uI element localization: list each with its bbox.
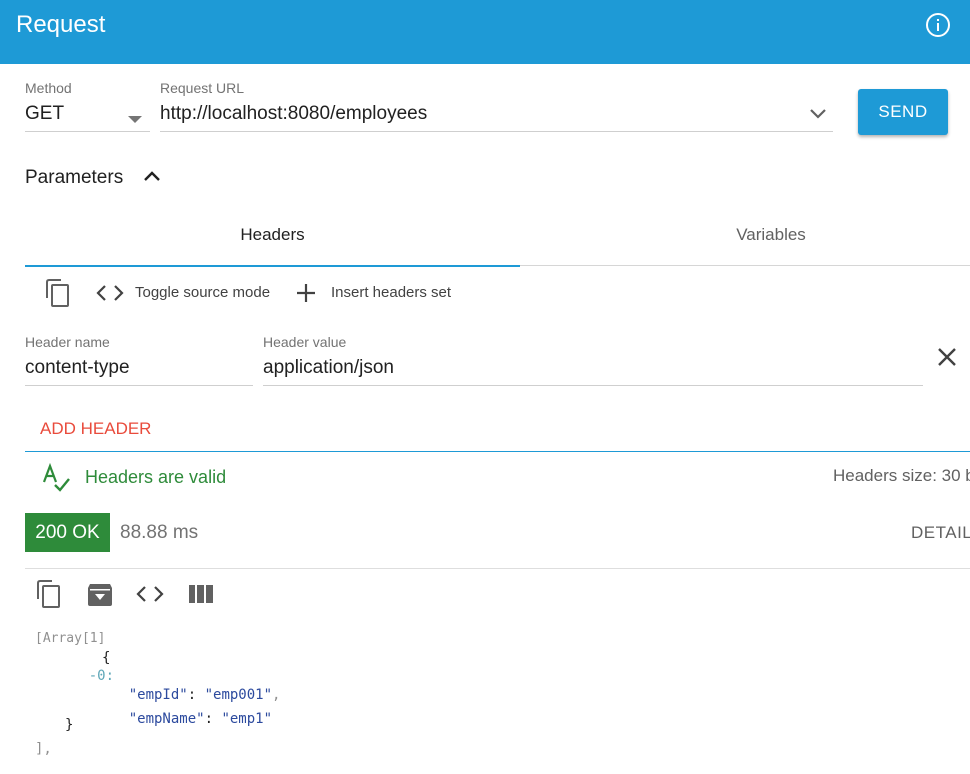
add-header-divider (25, 451, 970, 452)
json-close-array: ], (35, 741, 52, 757)
header-value-field[interactable]: Header value application/json (263, 333, 923, 386)
app-bar: Request (0, 0, 970, 64)
send-button[interactable]: SEND (858, 89, 948, 135)
toggle-source-mode-label: Toggle source mode (135, 284, 271, 301)
json-array-label: [Array[1] (35, 631, 106, 646)
json-value: "emp1" (221, 711, 273, 727)
code-icon (96, 283, 124, 308)
response-divider (25, 568, 970, 569)
dropdown-arrow-icon (128, 111, 142, 129)
json-key: "empName" (128, 711, 205, 727)
json-close-brace: } (65, 717, 74, 733)
status-badge: 200 OK (25, 513, 110, 552)
method-value: GET (25, 103, 65, 124)
url-input[interactable]: http://localhost:8080/employees (160, 103, 427, 125)
tab-variables[interactable]: Variables (520, 204, 970, 266)
close-icon[interactable] (936, 346, 958, 373)
json-open-brace: { (102, 650, 111, 666)
header-value-input[interactable]: application/json (263, 357, 394, 379)
response-time: 88.88 ms (120, 522, 199, 543)
json-comma: , (272, 687, 281, 703)
header-name-input[interactable]: content-type (25, 357, 130, 379)
archive-icon[interactable] (87, 581, 113, 612)
chevron-up-icon (143, 169, 161, 188)
copy-icon[interactable] (45, 278, 73, 313)
url-label: Request URL (160, 80, 245, 96)
method-select[interactable]: Method GET (25, 79, 150, 132)
plus-icon (295, 282, 317, 309)
parameters-label: Parameters (25, 167, 124, 188)
method-label: Method (25, 80, 72, 96)
code-icon[interactable] (136, 584, 164, 609)
copy-icon[interactable] (36, 579, 64, 614)
info-icon[interactable] (924, 11, 952, 39)
tab-active-indicator (25, 265, 520, 267)
chevron-down-icon[interactable] (808, 107, 828, 126)
columns-icon[interactable] (189, 585, 213, 608)
tab-headers[interactable]: Headers (25, 204, 520, 266)
headers-valid-text: Headers are valid (85, 467, 227, 487)
app-title: Request (16, 11, 106, 38)
insert-headers-set-label: Insert headers set (331, 284, 452, 301)
spellcheck-icon (41, 462, 71, 498)
request-url-field[interactable]: Request URL http://localhost:8080/employ… (160, 79, 833, 132)
header-name-label: Header name (25, 334, 110, 350)
details-button[interactable]: DETAILS (911, 523, 970, 543)
header-value-label: Header value (263, 334, 347, 350)
json-item: "empName": "emp1" (95, 692, 272, 746)
headers-size-text: Headers size: 30 b (833, 466, 970, 485)
parameters-tabs: Headers Variables (25, 204, 970, 268)
json-separator: : (204, 711, 222, 727)
header-name-field[interactable]: Header name content-type (25, 333, 253, 386)
tab-variables-label: Variables (736, 225, 806, 244)
add-header-button[interactable]: ADD HEADER (40, 419, 151, 439)
tab-headers-label: Headers (240, 225, 305, 244)
